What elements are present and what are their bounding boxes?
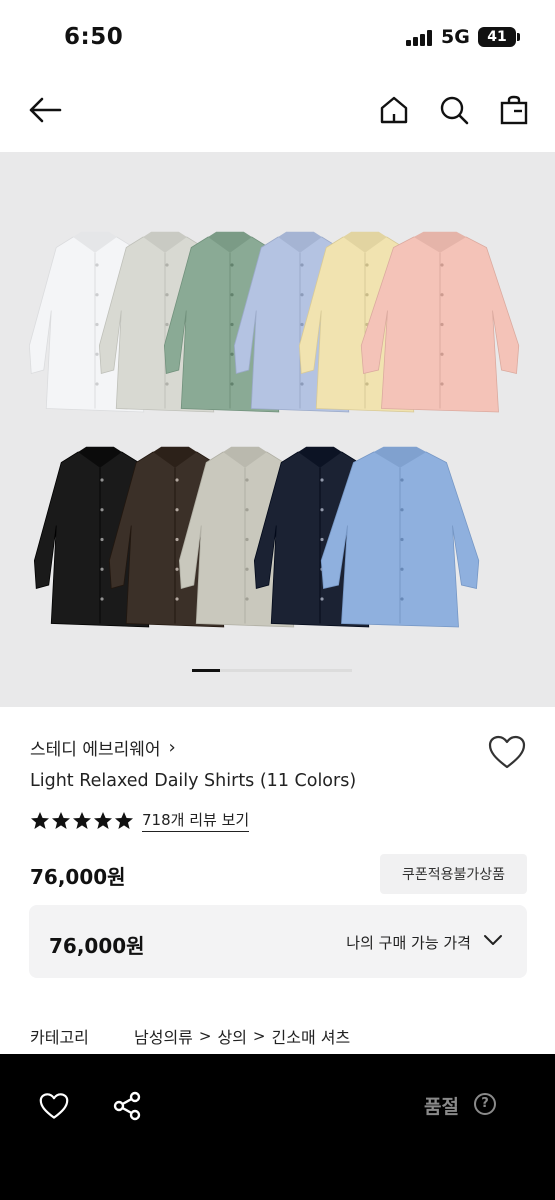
bottom-wishlist-button[interactable] bbox=[34, 1086, 74, 1126]
category-crumb-1[interactable]: 남성의류 bbox=[134, 1024, 193, 1048]
sold-out-label: 품절 bbox=[424, 1096, 459, 1118]
search-button[interactable] bbox=[434, 90, 474, 130]
battery-icon: 41 bbox=[478, 27, 520, 47]
star-icon bbox=[73, 812, 91, 829]
breadcrumb-separator: > bbox=[198, 1027, 212, 1045]
brand-name: 스테디 에브리웨어 bbox=[30, 740, 161, 760]
bottom-action-bar: 품절 ? bbox=[0, 1054, 555, 1200]
star-icon bbox=[94, 812, 112, 829]
network-type: 5G bbox=[441, 26, 470, 48]
pager-track bbox=[220, 669, 352, 672]
coupon-badge: 쿠폰적용불가상품 bbox=[380, 854, 527, 894]
chevron-right-icon: › bbox=[168, 737, 176, 758]
star-icon bbox=[52, 812, 70, 829]
category-crumb-2[interactable]: 상의 bbox=[217, 1024, 246, 1048]
heart-icon bbox=[488, 735, 526, 769]
star-rating bbox=[30, 811, 134, 830]
pager-active-indicator bbox=[192, 669, 220, 672]
gallery-pager bbox=[192, 669, 352, 672]
product-price: 76,000원 bbox=[30, 865, 126, 889]
breadcrumb-separator: > bbox=[252, 1027, 266, 1045]
share-icon bbox=[113, 1091, 141, 1121]
star-icon bbox=[115, 812, 133, 829]
heart-icon bbox=[39, 1093, 69, 1119]
status-time: 6:50 bbox=[64, 24, 124, 50]
share-button[interactable] bbox=[107, 1086, 147, 1126]
my-price-label: 나의 구매 가능 가격 bbox=[346, 934, 471, 952]
search-icon bbox=[440, 96, 469, 125]
home-button[interactable] bbox=[374, 90, 414, 130]
chevron-down-icon bbox=[484, 935, 502, 945]
category-label: 카테고리 bbox=[30, 1028, 89, 1047]
top-nav bbox=[0, 72, 555, 152]
help-icon[interactable]: ? bbox=[474, 1093, 496, 1115]
signal-strength-icon bbox=[406, 30, 434, 46]
product-image bbox=[28, 231, 520, 628]
home-icon bbox=[380, 96, 408, 124]
back-arrow-icon bbox=[29, 97, 62, 123]
cart-button[interactable] bbox=[494, 90, 534, 130]
product-image-gallery[interactable] bbox=[0, 152, 555, 707]
wishlist-button[interactable] bbox=[487, 734, 527, 772]
category-breadcrumb: 카테고리 남성의류 > 상의 > 긴소매 셔츠 bbox=[30, 1024, 350, 1048]
review-link[interactable]: 718개 리뷰 보기 bbox=[142, 809, 250, 832]
product-title: Light Relaxed Daily Shirts (11 Colors) bbox=[30, 771, 357, 791]
star-icon bbox=[31, 812, 49, 829]
my-price-value: 76,000원 bbox=[49, 934, 145, 958]
status-bar: 6:50 5G 41 bbox=[0, 0, 555, 72]
back-button[interactable] bbox=[25, 90, 65, 130]
category-crumb-3[interactable]: 긴소매 셔츠 bbox=[272, 1024, 351, 1048]
rating-row: 718개 리뷰 보기 bbox=[30, 809, 250, 832]
brand-link[interactable]: 스테디 에브리웨어 › bbox=[30, 735, 176, 760]
my-price-dropdown[interactable]: 76,000원 나의 구매 가능 가격 bbox=[29, 905, 527, 978]
shopping-bag-icon bbox=[500, 95, 528, 125]
